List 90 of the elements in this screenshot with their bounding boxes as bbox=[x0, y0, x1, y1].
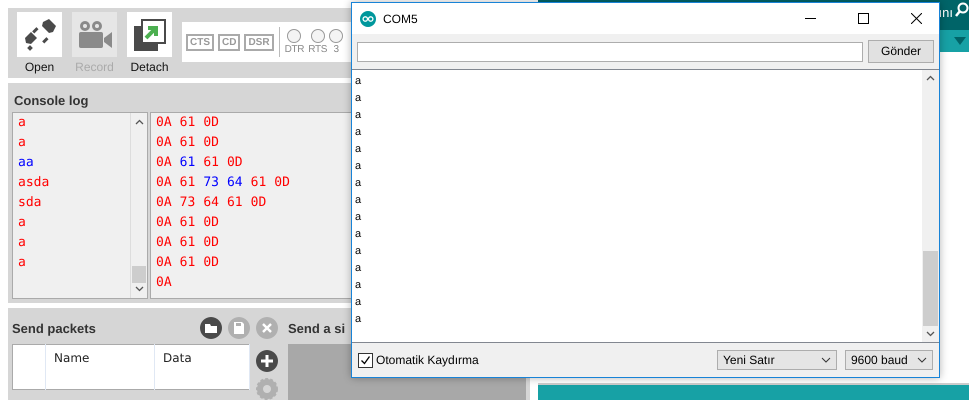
signal-indicator: CD bbox=[218, 34, 240, 50]
output-line: a bbox=[355, 125, 362, 140]
hex-byte: 0A bbox=[156, 134, 172, 152]
hex-byte: 0A bbox=[156, 174, 172, 192]
hex-byte: 0A bbox=[156, 214, 172, 232]
scroll-up-icon[interactable] bbox=[926, 75, 935, 81]
hex-byte: 0A bbox=[156, 254, 172, 272]
output-line: a bbox=[355, 278, 362, 293]
log-line: a bbox=[18, 134, 26, 152]
detach-icon bbox=[132, 18, 166, 52]
output-line: a bbox=[355, 74, 362, 89]
hex-byte: 0A bbox=[156, 114, 172, 132]
hex-byte: 73 bbox=[203, 174, 219, 192]
scroll-down-icon[interactable] bbox=[926, 331, 935, 337]
signal-indicator: CTS bbox=[186, 34, 214, 50]
scrollbar-thumb[interactable] bbox=[923, 251, 938, 326]
panel-title: Console log bbox=[13, 92, 90, 110]
plug-icon bbox=[22, 18, 56, 52]
app-logo-icon bbox=[360, 10, 376, 26]
output-line: a bbox=[355, 176, 362, 191]
hex-byte: 61 bbox=[180, 134, 196, 152]
column-header: Data bbox=[154, 344, 250, 376]
maximize-icon[interactable] bbox=[858, 13, 868, 24]
hex-byte: 0D bbox=[226, 154, 243, 172]
panel-title: Send packets bbox=[12, 320, 96, 336]
hex-byte: 61 bbox=[180, 174, 196, 192]
output-line: a bbox=[355, 312, 362, 327]
hex-byte: 64 bbox=[226, 174, 243, 192]
log-line: aa bbox=[18, 154, 34, 172]
hex-byte: 0D bbox=[274, 174, 290, 192]
signal-indicator: DSR bbox=[244, 34, 274, 50]
send-button[interactable]: Gönder bbox=[868, 40, 934, 63]
hex-byte: 61 bbox=[203, 154, 219, 172]
hex-byte: 0D bbox=[203, 214, 219, 232]
hex-byte: 0A bbox=[156, 154, 172, 172]
close-icon[interactable] bbox=[910, 13, 922, 24]
output-line: a bbox=[355, 91, 362, 106]
log-line: asda bbox=[18, 174, 50, 192]
signal-label: RTS bbox=[308, 44, 328, 55]
hex-byte: 0D bbox=[203, 134, 219, 152]
hex-byte: 0D bbox=[203, 234, 219, 252]
hex-byte: 61 bbox=[180, 254, 196, 272]
baud-rate-dropdown[interactable]: 9600 baud bbox=[845, 350, 933, 370]
window-title: COM5 bbox=[383, 12, 419, 26]
autoscroll-label[interactable]: Otomatik Kaydırma bbox=[376, 353, 479, 367]
hex-byte: 73 bbox=[180, 194, 196, 212]
hex-byte: 0D bbox=[203, 254, 219, 272]
panel-title: Send a si bbox=[288, 320, 346, 336]
output-line: a bbox=[355, 159, 362, 174]
search-icon[interactable] bbox=[955, 2, 969, 18]
output-line: a bbox=[355, 193, 362, 208]
hex-byte: 0D bbox=[250, 194, 266, 212]
output-line: a bbox=[355, 261, 362, 276]
chevron-down-icon bbox=[821, 357, 831, 363]
log-line: a bbox=[18, 254, 26, 272]
log-line: a bbox=[18, 234, 26, 252]
hex-byte: 0A bbox=[156, 194, 172, 212]
hex-byte: 0A bbox=[156, 234, 172, 252]
output-line: a bbox=[355, 108, 362, 123]
hex-byte: 0D bbox=[203, 114, 219, 132]
log-line: a bbox=[18, 214, 26, 232]
line-ending-dropdown[interactable]: Yeni Satır bbox=[717, 350, 837, 370]
hex-byte: 61 bbox=[226, 194, 243, 212]
output-line: a bbox=[355, 142, 362, 157]
camera-icon bbox=[76, 20, 112, 50]
hex-byte: 61 bbox=[180, 234, 196, 252]
signal-label: DTR bbox=[284, 44, 304, 55]
hex-byte: 61 bbox=[180, 114, 196, 132]
hex-byte: 61 bbox=[250, 174, 266, 192]
output-line: a bbox=[355, 227, 362, 242]
chevron-down-icon bbox=[917, 357, 927, 363]
output-line: a bbox=[355, 244, 362, 259]
scrollbar-thumb[interactable] bbox=[132, 266, 146, 283]
add-icon[interactable] bbox=[256, 350, 278, 372]
autoscroll-checkbox[interactable] bbox=[358, 352, 373, 368]
hex-byte: 61 bbox=[180, 214, 196, 232]
signal-label: 3 bbox=[334, 44, 339, 55]
output-line: a bbox=[355, 210, 362, 225]
hex-byte: 0A bbox=[156, 274, 172, 292]
output-line: a bbox=[355, 295, 362, 310]
scroll-up-icon[interactable] bbox=[134, 119, 144, 126]
log-line: sda bbox=[18, 194, 42, 212]
message-input[interactable] bbox=[357, 42, 863, 62]
log-line: a bbox=[18, 114, 26, 132]
hex-byte: 64 bbox=[203, 194, 219, 212]
minimize-icon[interactable] bbox=[804, 18, 816, 19]
column-header: Name bbox=[46, 344, 155, 376]
folder-icon[interactable] bbox=[200, 317, 222, 339]
scroll-down-icon[interactable] bbox=[134, 286, 144, 292]
hex-byte: 61 bbox=[180, 154, 196, 172]
